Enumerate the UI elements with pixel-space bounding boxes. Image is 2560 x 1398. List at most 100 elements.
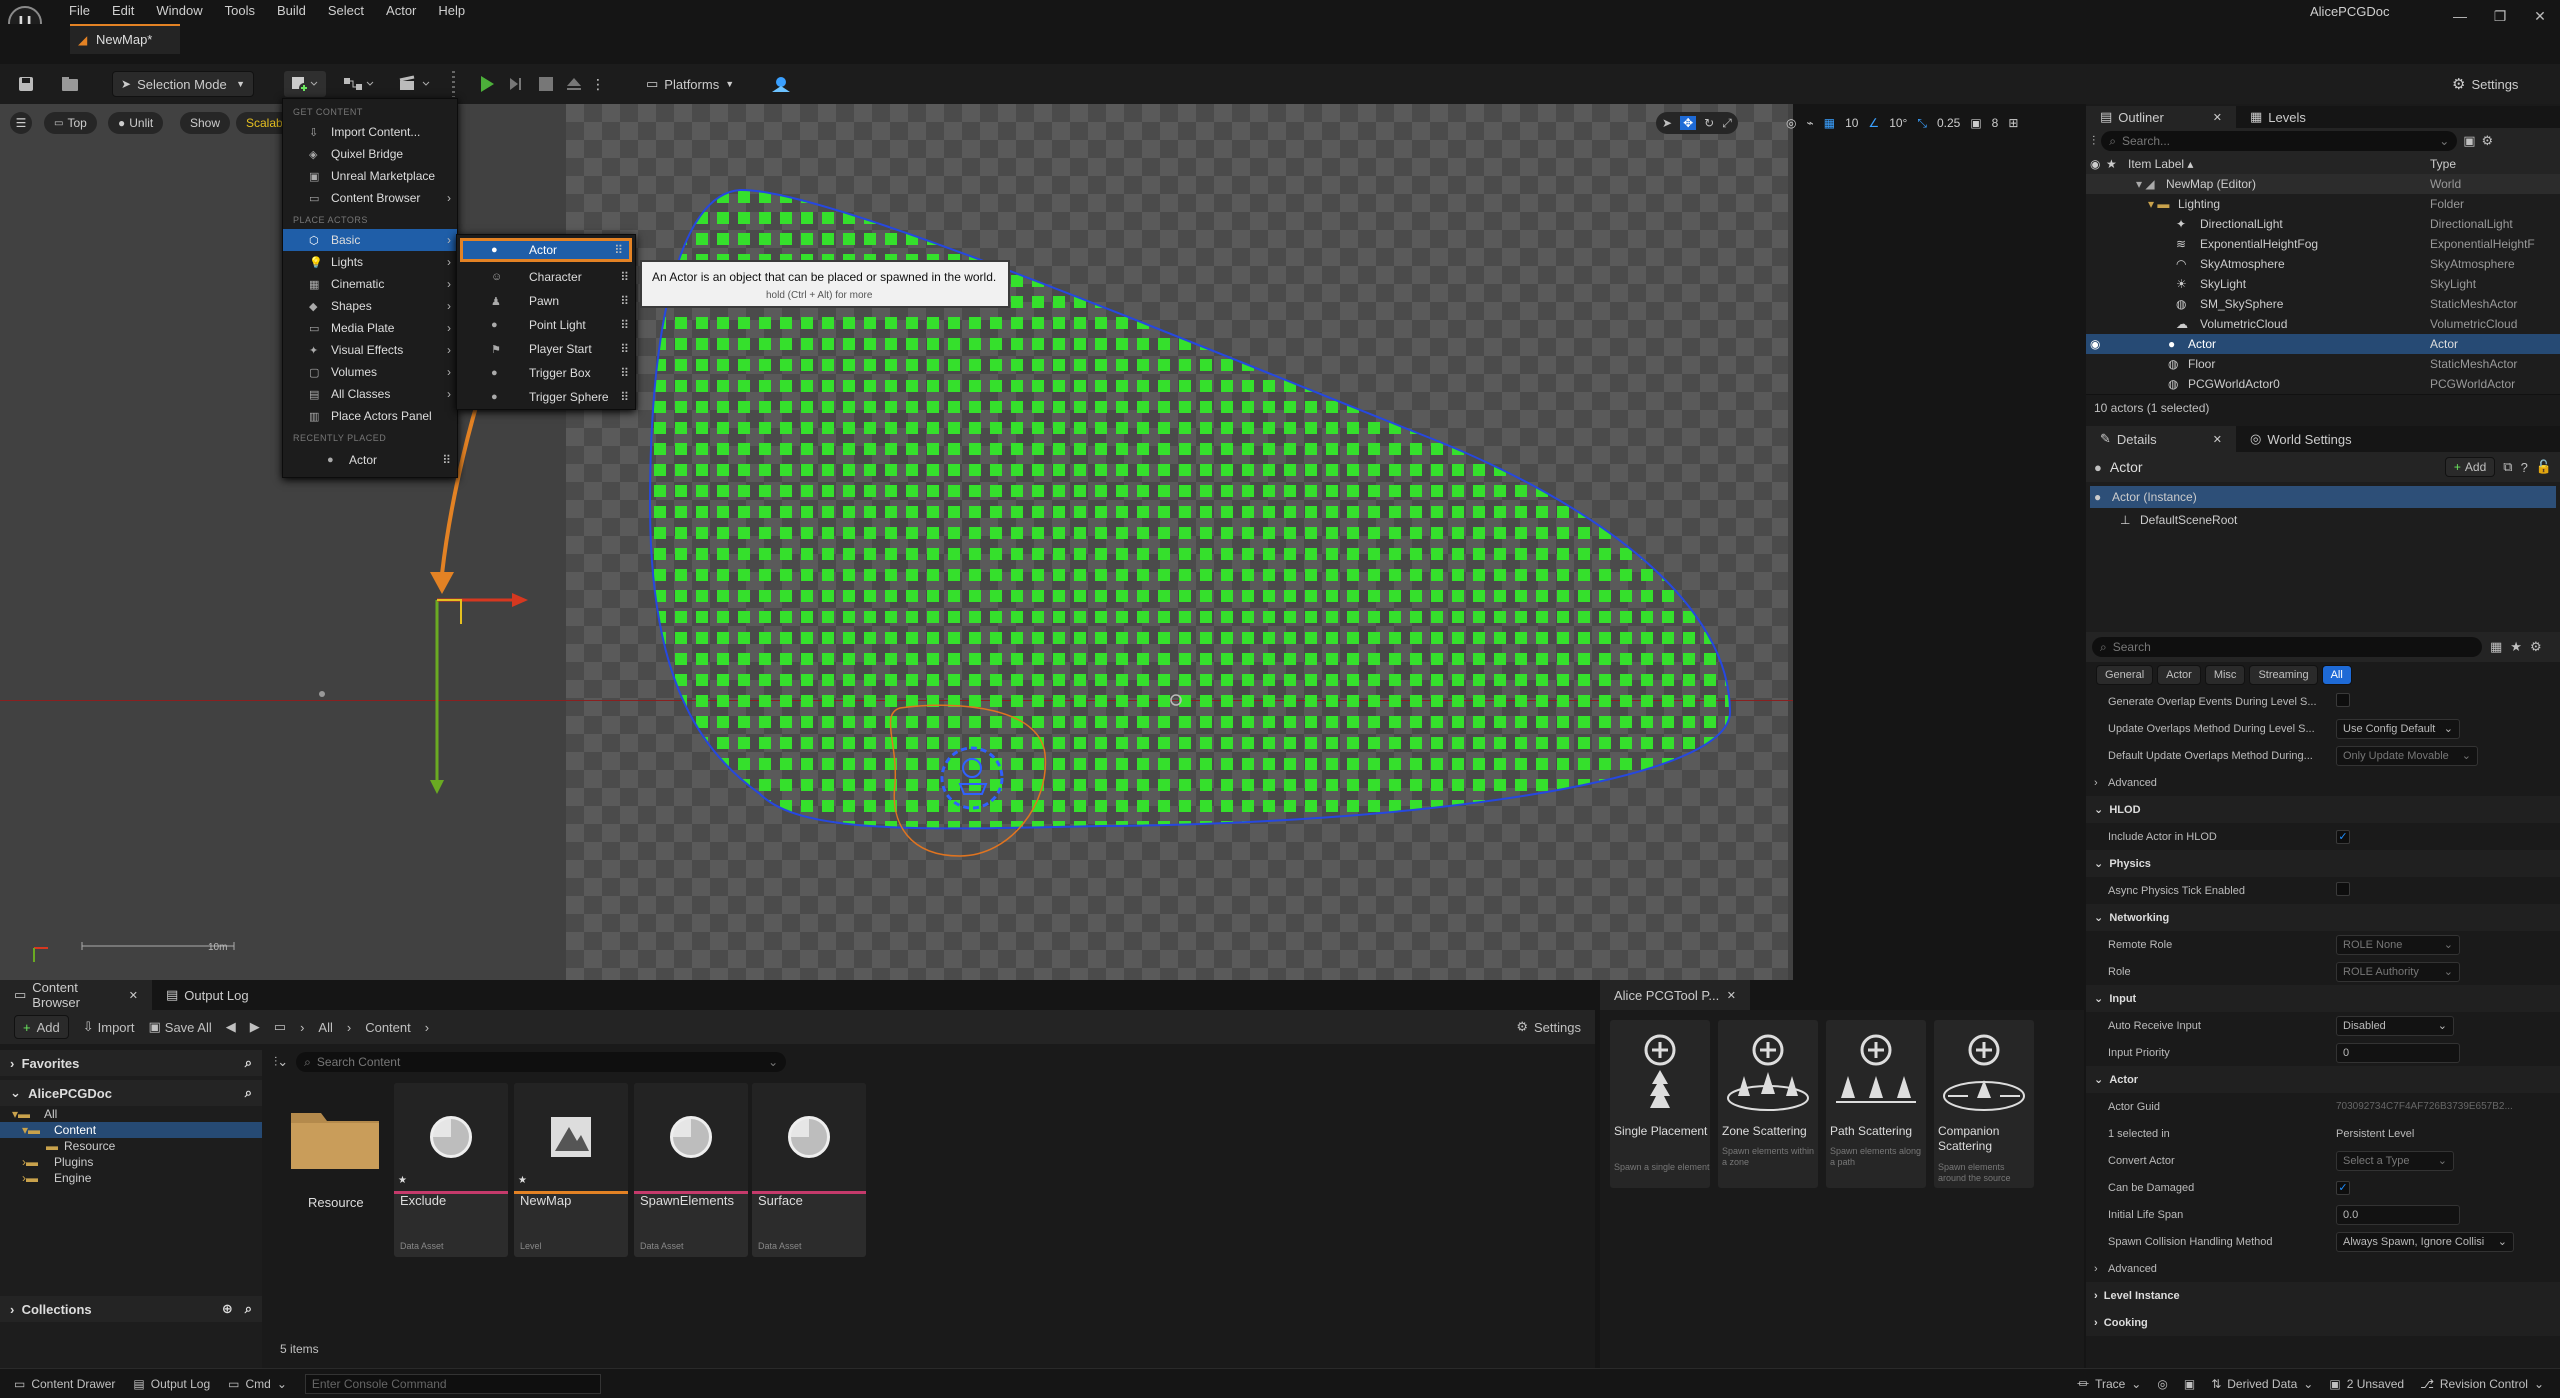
filter-actor[interactable]: Actor <box>2157 665 2201 685</box>
asset-tile[interactable]: ★ Exclude Data Asset <box>394 1083 508 1257</box>
dropdown[interactable]: Only Update Movable ⌄ <box>2336 745 2478 766</box>
star-icon[interactable]: ★ <box>2106 157 2117 171</box>
level-tab[interactable]: ◢ NewMap* <box>70 24 180 54</box>
checkbox-checked[interactable]: ✓ <box>2336 1180 2350 1195</box>
more-options-icon[interactable]: ⋮ <box>590 71 606 97</box>
lock-icon[interactable]: 🔓 <box>2536 459 2552 475</box>
world-icon[interactable]: ◎ <box>1786 116 1796 130</box>
tool-zone-scattering[interactable]: Zone Scattering Spawn elements within a … <box>1718 1020 1818 1188</box>
show-button[interactable]: Show <box>180 112 231 134</box>
category-level-instance[interactable]: › Level Instance <box>2086 1282 2560 1309</box>
details-search-input[interactable]: ⌕ Search <box>2092 637 2482 657</box>
project-header[interactable]: ⌄ AlicePCGDoc ⌕ <box>0 1080 262 1106</box>
checkbox[interactable] <box>2336 693 2350 707</box>
advanced-expander[interactable]: › Advanced <box>2086 769 2560 796</box>
filter-general[interactable]: General <box>2096 665 2154 685</box>
close-icon[interactable]: ✕ <box>2213 111 2222 124</box>
menu-item-marketplace[interactable]: ▣ Unreal Marketplace <box>283 165 457 187</box>
scale-snap-value[interactable]: 0.25 <box>1937 116 1960 130</box>
add-folder-icon[interactable]: ▣ <box>2463 133 2475 149</box>
menu-item-import-content[interactable]: ⇩ Import Content... <box>283 121 457 143</box>
platforms-button[interactable]: ▭ Platforms ▼ <box>638 71 742 97</box>
move-icon[interactable]: ✥ <box>1680 116 1697 130</box>
derived-data-button[interactable]: ⇅ Derived Data ⌄ <box>2211 1377 2313 1391</box>
submenu-item-player-start[interactable]: ⚑ Player Start ⠿ <box>457 337 635 361</box>
search-icon[interactable]: ⌕ <box>245 1055 252 1071</box>
pcg-plugin-icon[interactable] <box>766 71 796 97</box>
submenu-item-character[interactable]: ☺ Character ⠿ <box>457 265 635 289</box>
filter-icon[interactable]: ⫶⌄ <box>274 1054 288 1070</box>
eye-icon[interactable]: ◉ <box>2090 157 2100 171</box>
menu-item-cinematic[interactable]: ▦ Cinematic › <box>283 273 457 295</box>
breadcrumb-content[interactable]: Content <box>365 1020 411 1035</box>
surface-snap-icon[interactable]: ⌁ <box>1806 116 1813 130</box>
asset-tile[interactable]: Surface Data Asset <box>752 1083 866 1257</box>
trace-button[interactable]: ⏛ Trace ⌄ <box>2077 1375 2141 1392</box>
dropdown[interactable]: Always Spawn, Ignore Collisi ⌄ <box>2336 1231 2514 1252</box>
filter-all[interactable]: All <box>2321 665 2352 685</box>
gear-icon[interactable]: ⚙ <box>2482 133 2494 149</box>
menu-item-lights[interactable]: 💡 Lights › <box>283 251 457 273</box>
forward-icon[interactable]: ▶ <box>250 1019 260 1035</box>
grid-snap-value[interactable]: 10 <box>1845 116 1858 130</box>
tab-content-browser[interactable]: ▭ Content Browser ✕ <box>0 980 152 1010</box>
stop-icon[interactable] <box>534 71 558 97</box>
cb-import-button[interactable]: ⇩ Import <box>83 1019 135 1035</box>
back-icon[interactable]: ◀ <box>226 1019 236 1035</box>
save-icon[interactable] <box>14 71 38 97</box>
viewport-menu-button[interactable]: ☰ <box>10 112 32 134</box>
gear-icon[interactable]: ⚙ <box>2530 639 2542 655</box>
close-icon[interactable]: ✕ <box>129 989 138 1002</box>
menu-item-recent-actor[interactable]: ● Actor ⠿ <box>283 447 457 473</box>
number-input[interactable]: 0 <box>2336 1042 2460 1063</box>
tree-item-plugins[interactable]: ›▬ Plugins <box>0 1154 262 1170</box>
asset-tile[interactable]: SpawnElements Data Asset <box>634 1083 748 1257</box>
layout-icon[interactable]: ⊞ <box>2008 116 2018 130</box>
content-drawer-button[interactable]: ▭ Content Drawer <box>14 1377 115 1391</box>
scale-icon[interactable]: ⤢ <box>1722 116 1732 131</box>
cb-settings-button[interactable]: ⚙ Settings <box>1516 1019 1581 1035</box>
tab-output-log[interactable]: ▤ Output Log <box>152 980 263 1010</box>
dropdown[interactable]: Select a Type ⌄ <box>2336 1150 2454 1171</box>
tree-item-all[interactable]: ▾▬ All <box>0 1106 262 1122</box>
favorites-header[interactable]: › Favorites ⌕ <box>0 1050 262 1076</box>
level-viewport[interactable]: 10m ☰ ▭ Top ● Unlit Show Scalab ➤ ✥ ↻ ⤢ <box>0 104 1793 980</box>
submenu-item-actor[interactable]: ● Actor ⠿ <box>460 238 632 262</box>
component-instance[interactable]: ● Actor (Instance) <box>2090 486 2556 508</box>
cb-search-input[interactable]: ⌕ Search Content ⌄ <box>296 1052 787 1072</box>
outliner-row[interactable]: ◍ PCGWorldActor0 PCGWorldActor <box>2086 374 2560 394</box>
output-log-button[interactable]: ▤ Output Log <box>133 1377 210 1391</box>
collections-header[interactable]: › Collections ⊕ ⌕ <box>0 1296 262 1322</box>
menu-item-media-plate[interactable]: ▭ Media Plate › <box>283 317 457 339</box>
angle-snap-value[interactable]: 10° <box>1889 116 1907 130</box>
record-icon[interactable]: ▣ <box>2184 1377 2195 1391</box>
asset-tile[interactable]: ★ NewMap Level <box>514 1083 628 1257</box>
camera-speed-value[interactable]: 8 <box>1992 116 1999 130</box>
star-icon[interactable]: ★ <box>2510 639 2522 655</box>
category-physics[interactable]: ⌄ Physics <box>2086 850 2560 877</box>
menu-item-place-actors-panel[interactable]: ▥ Place Actors Panel <box>283 405 457 427</box>
search-icon[interactable]: ⌕ <box>245 1085 252 1101</box>
tab-world-settings[interactable]: ◎ World Settings <box>2236 426 2366 452</box>
menu-item-shapes[interactable]: ◆ Shapes › <box>283 295 457 317</box>
outliner-row-world[interactable]: ▾ ◢ NewMap (Editor) World <box>2086 174 2560 194</box>
outliner-row[interactable]: ☁ VolumetricCloud VolumetricCloud <box>2086 314 2560 334</box>
dropdown[interactable]: Use Config Default ⌄ <box>2336 718 2460 739</box>
checkbox[interactable] <box>2336 882 2350 896</box>
cinematics-icon[interactable] <box>394 71 436 97</box>
angle-snap-icon[interactable]: ∠ <box>1868 116 1879 130</box>
filter-streaming[interactable]: Streaming <box>2249 665 2318 685</box>
menu-file[interactable]: File <box>58 0 101 22</box>
tool-path-scattering[interactable]: Path Scattering Spawn elements along a p… <box>1826 1020 1926 1188</box>
dropdown[interactable]: Disabled ⌄ <box>2336 1015 2454 1036</box>
menu-actor[interactable]: Actor <box>375 0 427 22</box>
number-input[interactable]: 0.0 <box>2336 1204 2460 1225</box>
tab-outliner[interactable]: ▤ Outliner ✕ <box>2086 106 2236 128</box>
folder-icon[interactable]: ▭ <box>274 1019 286 1035</box>
search-icon[interactable]: ⌕ <box>245 1301 252 1317</box>
play-icon[interactable] <box>474 71 500 97</box>
menu-item-content-browser[interactable]: ▭ Content Browser › <box>283 187 457 209</box>
close-icon[interactable]: ✕ <box>2213 433 2222 446</box>
cmd-button[interactable]: ▭ Cmd ⌄ <box>228 1377 287 1391</box>
column-type[interactable]: Type <box>2430 157 2456 171</box>
